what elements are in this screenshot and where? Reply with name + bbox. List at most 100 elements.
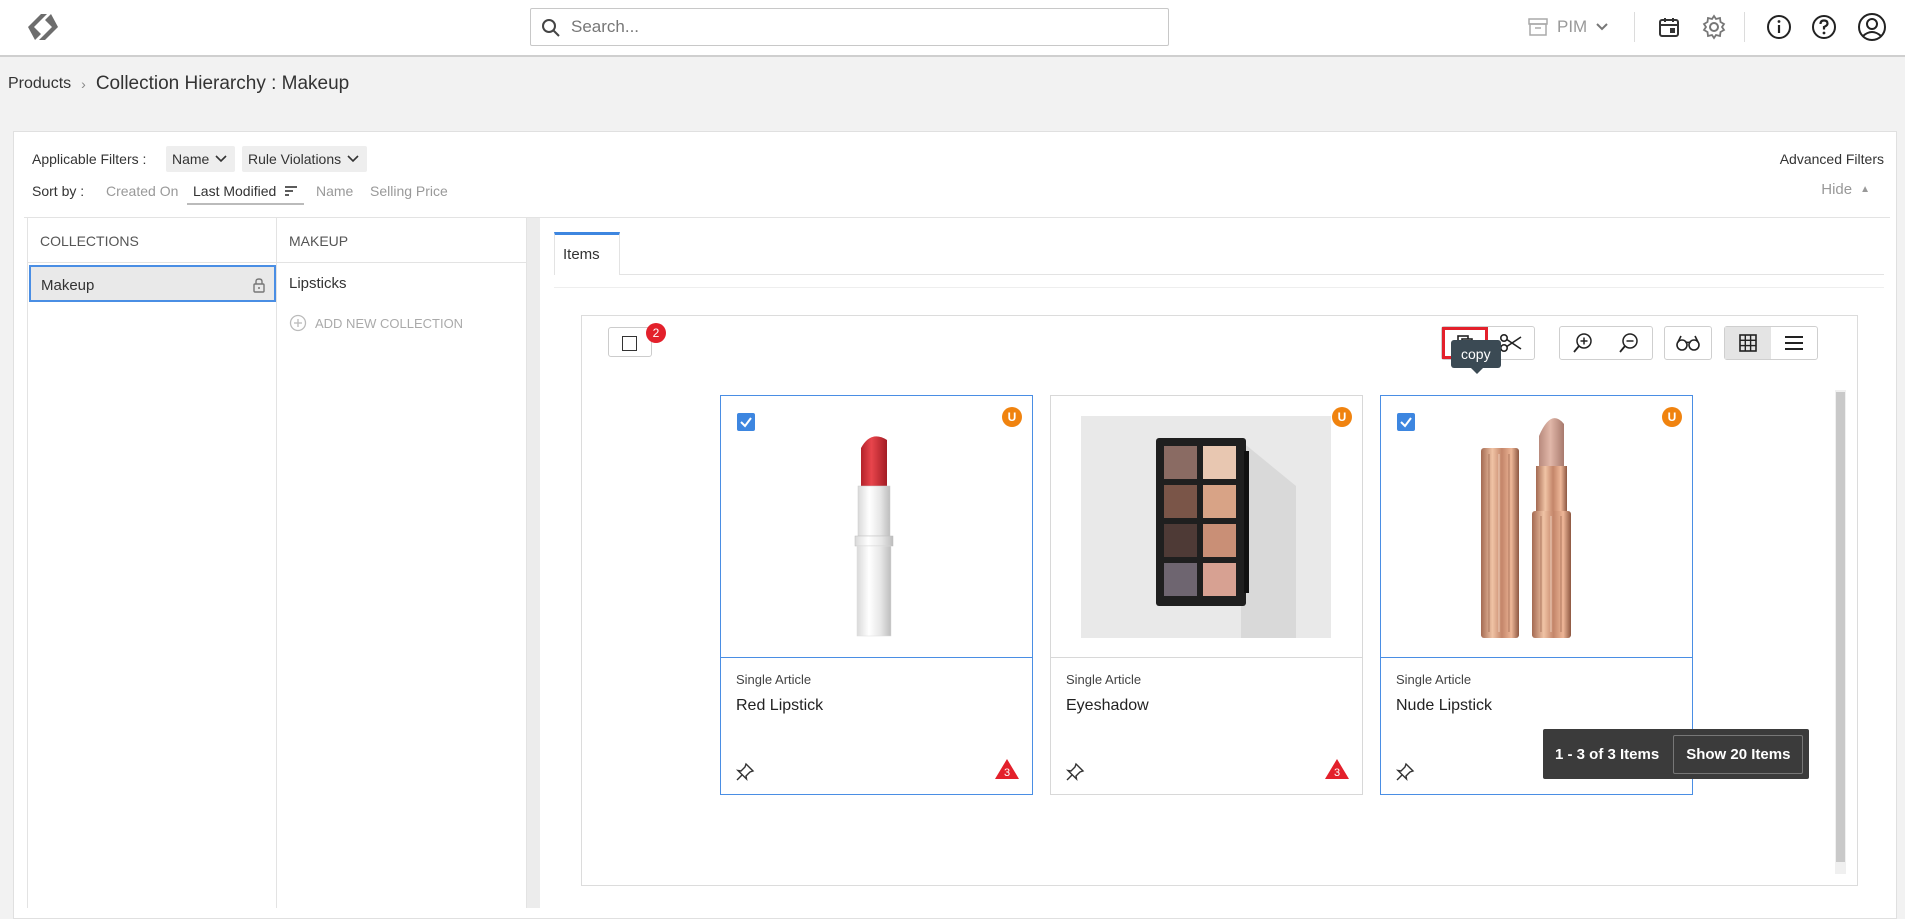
chevron-down-icon bbox=[347, 155, 359, 163]
chevron-down-icon bbox=[215, 155, 227, 163]
chevron-down-icon bbox=[1596, 23, 1608, 31]
collection-item-lipsticks[interactable]: Lipsticks bbox=[289, 275, 347, 292]
hide-filters-toggle[interactable]: Hide ▲ bbox=[1821, 181, 1870, 198]
collections-column: COLLECTIONS Makeup bbox=[27, 218, 277, 908]
makeup-header: MAKEUP bbox=[277, 218, 526, 263]
column-splitter[interactable] bbox=[527, 218, 540, 908]
tab-items[interactable]: Items bbox=[554, 232, 620, 275]
product-type: Single Article bbox=[736, 672, 812, 687]
zoom-tool-group bbox=[1559, 326, 1653, 360]
sort-by-label: Sort by : bbox=[32, 183, 85, 199]
scrollbar-thumb[interactable] bbox=[1836, 392, 1845, 862]
add-new-collection-label: ADD NEW COLLECTION bbox=[315, 315, 464, 331]
sort-option-last-modified[interactable]: Last Modified bbox=[187, 177, 305, 205]
lock-icon bbox=[253, 278, 265, 293]
preview-button[interactable] bbox=[1665, 327, 1711, 359]
calendar-box-icon[interactable] bbox=[1654, 12, 1684, 42]
filter-chip-label: Rule Violations bbox=[248, 151, 342, 167]
warning-icon[interactable]: 3 bbox=[1324, 758, 1350, 780]
applicable-filters-label: Applicable Filters : bbox=[32, 151, 147, 167]
grid-view-button[interactable] bbox=[1725, 327, 1771, 359]
plus-circle-icon bbox=[289, 314, 307, 332]
collections-header: COLLECTIONS bbox=[28, 218, 276, 263]
breadcrumb-products-link[interactable]: Products bbox=[8, 75, 71, 93]
top-bar: PIM bbox=[0, 0, 1905, 57]
tooltip-text: copy bbox=[1451, 340, 1501, 368]
product-card[interactable]: U Single Article Eyeshadow 3 bbox=[1050, 395, 1363, 795]
product-card[interactable]: U Single Article Red Lipstick 3 bbox=[720, 395, 1033, 795]
view-mode-group bbox=[1724, 326, 1818, 360]
product-image bbox=[721, 396, 1032, 658]
pin-icon[interactable] bbox=[735, 762, 755, 782]
user-avatar-icon[interactable] bbox=[1857, 12, 1887, 42]
product-image bbox=[1051, 396, 1362, 658]
help-icon[interactable] bbox=[1809, 12, 1839, 42]
search-input[interactable] bbox=[571, 15, 1151, 39]
divider bbox=[1634, 12, 1635, 42]
product-type: Single Article bbox=[1396, 672, 1472, 687]
pin-icon[interactable] bbox=[1065, 762, 1085, 782]
status-badge: U bbox=[1002, 407, 1022, 427]
pin-icon[interactable] bbox=[1395, 762, 1415, 782]
items-tabs: Items bbox=[554, 232, 1884, 275]
add-new-collection-button[interactable]: ADD NEW COLLECTION bbox=[289, 314, 463, 332]
status-badge: U bbox=[1332, 407, 1352, 427]
nude-lipstick-image bbox=[1481, 418, 1571, 638]
sort-option-selling-price[interactable]: Selling Price bbox=[370, 183, 448, 199]
card-checkbox-checked[interactable] bbox=[1397, 413, 1415, 431]
breadcrumb-separator: › bbox=[81, 76, 86, 92]
filter-chip-name[interactable]: Name bbox=[166, 146, 236, 172]
divider bbox=[554, 287, 1884, 288]
search-icon bbox=[542, 19, 560, 37]
search-box[interactable] bbox=[530, 8, 1169, 46]
copy-tooltip: copy bbox=[1451, 340, 1501, 374]
gear-icon[interactable] bbox=[1699, 12, 1729, 42]
sort-option-created-on[interactable]: Created On bbox=[106, 183, 178, 199]
advanced-filters-link[interactable]: Advanced Filters bbox=[1780, 151, 1884, 167]
product-name: Eyeshadow bbox=[1066, 697, 1149, 714]
collection-item-label: Makeup bbox=[41, 277, 95, 294]
sort-descending-icon bbox=[285, 186, 298, 196]
zoom-out-icon bbox=[1619, 333, 1638, 353]
caret-up-icon: ▲ bbox=[1860, 184, 1870, 195]
info-icon[interactable] bbox=[1764, 12, 1794, 42]
items-grid-panel: 2 copy U Single Article Red Lipstick 3 U… bbox=[581, 315, 1858, 886]
product-type: Single Article bbox=[1066, 672, 1142, 687]
eyeshadow-image bbox=[1081, 416, 1331, 638]
pagination-range: 1 - 3 of 3 Items bbox=[1555, 745, 1660, 763]
selected-count-badge: 2 bbox=[646, 323, 666, 343]
list-view-icon bbox=[1785, 336, 1803, 350]
page-title: Collection Hierarchy : Makeup bbox=[95, 73, 350, 94]
archive-box-icon bbox=[1528, 18, 1548, 36]
scissors-icon bbox=[1499, 333, 1522, 353]
filter-chip-rule-violations[interactable]: Rule Violations bbox=[242, 146, 368, 172]
grid-view-icon bbox=[1739, 334, 1757, 352]
tooltip-arrow bbox=[1471, 368, 1483, 374]
items-scrollbar[interactable] bbox=[1835, 390, 1846, 874]
divider bbox=[1744, 12, 1745, 42]
module-switcher[interactable]: PIM bbox=[1527, 12, 1609, 42]
breadcrumb: Products › Collection Hierarchy : Makeup bbox=[8, 72, 349, 96]
warning-count: 3 bbox=[1004, 767, 1010, 779]
zoom-out-button[interactable] bbox=[1606, 327, 1652, 359]
card-checkbox-checked[interactable] bbox=[737, 413, 755, 431]
red-lipstick-image bbox=[854, 436, 894, 637]
show-items-button[interactable]: Show 20 Items bbox=[1673, 734, 1804, 774]
preview-tool-group bbox=[1664, 326, 1712, 360]
hide-label: Hide bbox=[1821, 181, 1853, 198]
warning-count: 3 bbox=[1334, 767, 1340, 779]
makeup-column: MAKEUP Lipsticks ADD NEW COLLECTION bbox=[277, 218, 527, 908]
warning-icon[interactable]: 3 bbox=[994, 758, 1020, 780]
list-view-button[interactable] bbox=[1771, 327, 1817, 359]
sort-option-name[interactable]: Name bbox=[316, 183, 353, 199]
sort-option-label: Last Modified bbox=[193, 183, 277, 199]
glasses-icon bbox=[1676, 335, 1700, 351]
pagination-bar: 1 - 3 of 3 Items Show 20 Items bbox=[1543, 729, 1810, 779]
checkbox-icon bbox=[622, 336, 637, 351]
main-panel: Applicable Filters : Name Rule Violation… bbox=[13, 131, 1897, 919]
status-badge: U bbox=[1662, 407, 1682, 427]
collection-item-makeup[interactable]: Makeup bbox=[29, 265, 276, 302]
product-image bbox=[1381, 396, 1692, 658]
app-logo-icon[interactable] bbox=[20, 8, 66, 46]
zoom-in-button[interactable] bbox=[1560, 327, 1606, 359]
